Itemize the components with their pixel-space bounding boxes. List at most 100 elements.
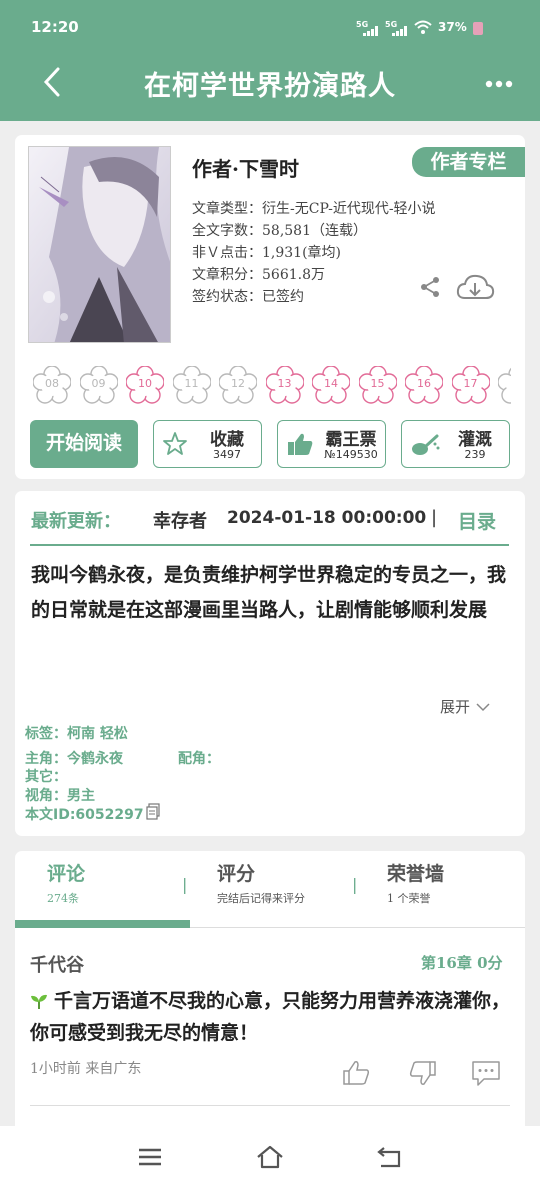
battery-level: 37% [438,20,467,34]
flower-badge: 08 [33,366,71,404]
more-options-icon[interactable] [480,72,520,96]
chevron-down-icon [476,703,490,712]
separator: | [431,507,438,528]
favorite-count: 3497 [213,448,241,461]
info-contract: 签约状态：已签约 [192,289,304,305]
book-info-card: 作者·下雪时 作者专栏 文章类型：衍生-无CP-近代现代-轻小说 全文字数：58… [15,135,525,479]
book-summary: 我叫今鹤永夜，是负责维护柯学世界稳定的专员之一，我的日常就是在这部漫画里当路人，… [31,564,507,621]
comment-text: 千言万语道不尽我的心意，只能努力用营养液浇灌你，你可感受到我无尽的情意！ [30,985,514,1049]
system-nav-bar [0,1126,540,1188]
flower-badge: 11 [172,366,211,404]
menu-icon[interactable] [135,1142,165,1172]
flower-number: 16 [417,377,431,390]
flower-number: 10 [138,377,152,390]
latest-update-card: 最新更新： 幸存者 2024-01-18 00:00:00 | 目录 我叫今鹤永… [15,491,525,836]
page-title: 在柯学世界扮演路人 [144,71,396,102]
expand-button[interactable]: 展开 [440,696,491,717]
overlord-ticket-count: №149530 [324,448,378,461]
battery-icon [473,22,483,35]
flower-badge: 14 [312,366,350,404]
water-count: 239 [464,448,486,461]
tab-comments[interactable]: 评论 274条 [47,859,85,906]
start-reading-button[interactable]: 开始阅读 [30,420,138,468]
lead-characters: 主角：今鹤永夜 [25,751,123,767]
comment-body: 千言万语道不尽我的心意，只能努力用营养液浇灌你，你可感受到我无尽的情意！ [30,990,511,1044]
comment-username[interactable]: 千代谷 [30,951,84,977]
overlord-ticket-label: 霸王票 [325,430,377,450]
signal-bars-1-icon [363,26,379,36]
top-bar: 12:20 5G 5G 37% 在柯学世界扮演路人 [0,0,540,121]
tab-ratings-sub: 完结后记得来评分 [217,892,305,905]
flower-number: 17 [463,377,478,390]
wifi-icon [414,20,432,34]
latest-chapter-title[interactable]: 幸存者 [153,507,207,533]
tab-divider: | [352,875,358,894]
water-button[interactable]: 灌溉 239 [401,420,510,468]
tab-ratings-title: 评分 [217,863,256,885]
tab-honor-wall-title: 荣誉墙 [387,863,445,885]
flower-number: 13 [277,377,292,390]
watering-can-icon [412,434,440,455]
info-genre: 文章类型：衍生-无CP-近代现代-轻小说 [192,201,436,217]
tab-comments-title: 评论 [47,863,86,885]
tab-divider: | [182,875,188,894]
status-time: 12:20 [31,18,79,36]
favorite-label: 收藏 [210,430,244,450]
latest-update-date: 2024-01-18 00:00:00 [227,508,427,528]
signal-bars-2-icon [392,26,408,36]
table-of-contents-link[interactable]: 目录 [458,507,496,534]
tab-ratings[interactable]: 评分 完结后记得来评分 [217,859,305,906]
sprout-icon [31,994,47,1009]
favorite-button[interactable]: 收藏 3497 [153,420,262,468]
comments-card: 评论 274条 | 评分 完结后记得来评分 | 荣誉墙 1 个荣誉 千代谷 第1… [15,851,525,1141]
flower-number: 15 [370,377,385,390]
copy-icon[interactable] [146,803,160,820]
flower-badge: 12 [219,366,257,404]
flower-number: 14 [324,377,338,390]
comment-chapter-score: 第16章 0分 [421,954,503,972]
author-name[interactable]: 作者·下雪时 [192,153,299,182]
flower-rewards-row: 08 09 10 11 12 13 14 15 16 17 [33,366,511,404]
like-icon[interactable] [341,1058,373,1088]
back-nav-icon[interactable] [375,1142,405,1172]
comment-time-location: 1小时前 来自广东 [30,1061,142,1077]
supporting-characters: 配角： [178,751,220,767]
tags-line: 标签：柯南 轻松 [25,726,128,742]
star-icon [163,432,187,455]
info-word-count: 全文字数：58,581（连载） [192,223,367,239]
flower-badge: 17 [451,366,490,404]
reply-comment-icon[interactable] [470,1058,502,1088]
flower-number: 11 [184,377,199,390]
tab-indicator [15,920,190,928]
flower-badge: 15 [358,366,397,404]
flower-badge: 13 [265,366,304,404]
expand-label: 展开 [440,698,471,716]
flower-badge: 09 [79,366,118,404]
share-icon[interactable] [418,275,442,299]
book-cover-image[interactable] [28,146,171,343]
water-label: 灌溉 [458,430,492,450]
dislike-icon[interactable] [406,1058,438,1088]
other-characters: 其它： [25,769,67,785]
divider-line [30,544,509,546]
info-clicks: 非Ｖ点击：1,931(章均) [192,245,342,261]
flower-badge-partial [498,366,511,404]
flower-number: 08 [45,377,59,390]
comment-divider [30,1105,510,1106]
back-arrow-icon[interactable] [38,65,68,99]
info-score: 文章积分：5661.8万 [192,267,325,283]
tab-honor-wall[interactable]: 荣誉墙 1 个荣誉 [387,859,444,906]
thumbs-up-icon [288,433,313,455]
flower-number: 12 [231,377,245,390]
tab-comments-count: 274条 [47,892,79,905]
download-cloud-icon[interactable] [455,272,495,304]
book-id: 本文ID:6052297 [25,807,144,823]
flower-badge: 10 [126,366,164,404]
flower-badge: 16 [405,366,443,404]
tab-honor-wall-sub: 1 个荣誉 [387,892,431,905]
point-of-view: 视角：男主 [25,788,95,804]
author-column-button[interactable]: 作者专栏 [412,147,525,177]
home-icon[interactable] [255,1142,285,1172]
overlord-ticket-button[interactable]: 霸王票 №149530 [277,420,386,468]
flower-number: 09 [91,377,106,390]
